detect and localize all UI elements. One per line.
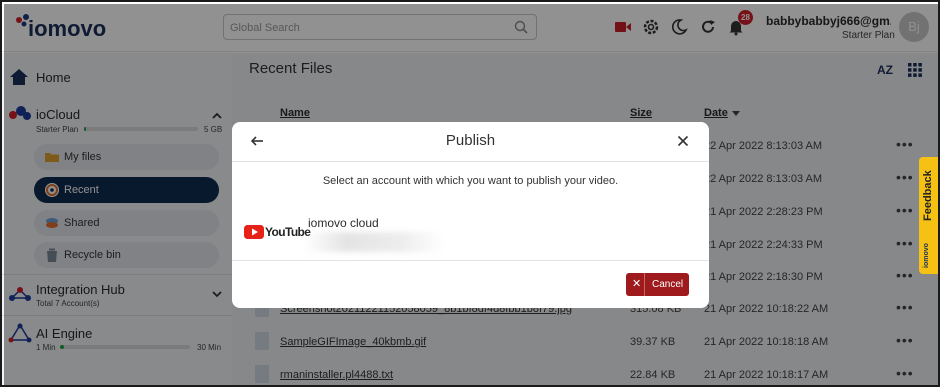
- account-email-redacted: [304, 232, 444, 252]
- dialog-instruction: Select an account with which you want to…: [322, 175, 619, 187]
- publish-dialog: Publish Select an account with which you…: [232, 122, 709, 308]
- cancel-label: Cancel: [652, 279, 684, 290]
- button-separator: [644, 273, 645, 296]
- feedback-brand: iomovo: [923, 243, 930, 268]
- dialog-divider: [232, 260, 709, 261]
- cancel-button[interactable]: ✕ Cancel: [626, 273, 689, 296]
- dialog-divider: [232, 161, 709, 162]
- close-icon: ✕: [632, 278, 642, 290]
- app-window: iomovo 28 babby: [0, 0, 940, 387]
- feedback-label: Feedback: [922, 170, 934, 221]
- youtube-icon: [244, 225, 264, 239]
- account-name[interactable]: iomovo cloud: [308, 216, 379, 230]
- dialog-title: Publish: [445, 132, 496, 149]
- feedback-tab[interactable]: Feedback iomovo: [919, 157, 938, 274]
- close-icon[interactable]: [677, 135, 689, 147]
